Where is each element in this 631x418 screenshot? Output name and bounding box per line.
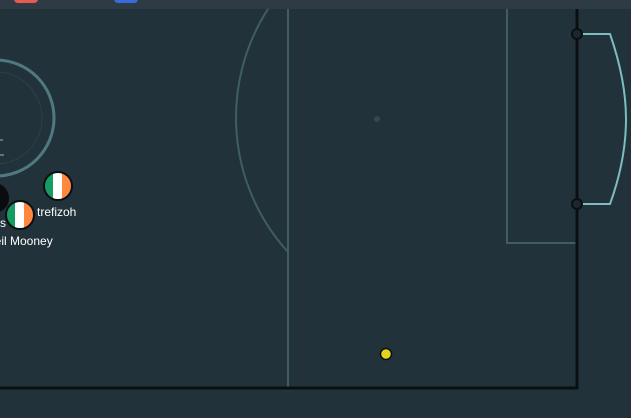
ball xyxy=(379,347,393,361)
goal-net xyxy=(577,33,628,205)
player-name-neil-mooney: Neil Mooney xyxy=(0,234,53,248)
football-pitch xyxy=(0,8,628,390)
penalty-arc xyxy=(235,8,289,253)
center-circle xyxy=(0,58,56,178)
game-canvas[interactable]: trefizoh Neil Mooney s xyxy=(0,0,631,418)
player-name-dark: s xyxy=(0,216,6,230)
player-disc-trefizoh[interactable] xyxy=(43,171,73,201)
penalty-spot xyxy=(374,116,380,122)
player-name-trefizoh: trefizoh xyxy=(37,205,77,219)
goal-post-top xyxy=(571,28,583,40)
goal-area-box xyxy=(506,9,577,244)
player-disc-neil-mooney[interactable] xyxy=(5,200,35,230)
goal-post-bottom xyxy=(571,198,583,210)
